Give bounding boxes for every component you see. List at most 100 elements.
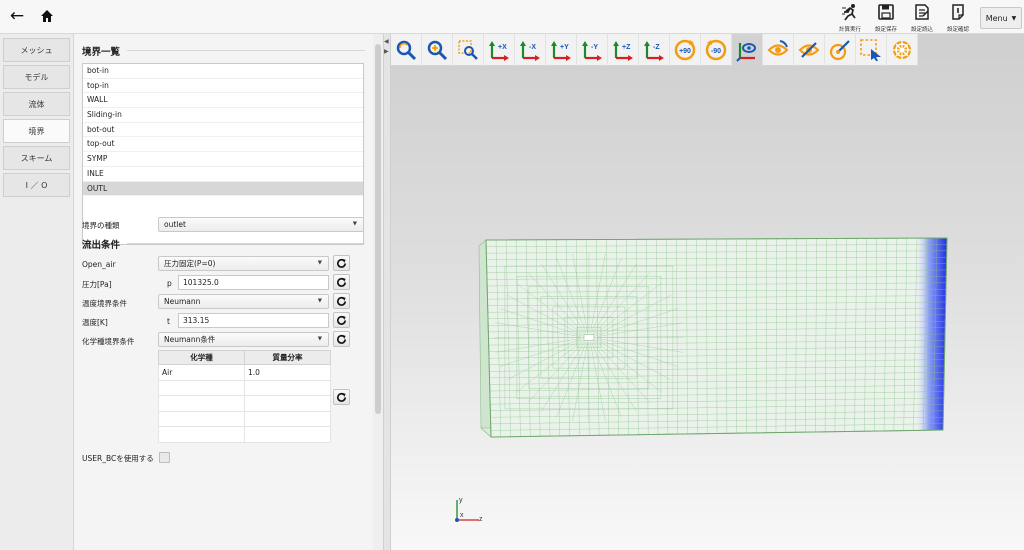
species-bc-select[interactable]: Neumann条件 ▼ [158, 332, 329, 347]
visibility-button[interactable] [763, 34, 794, 66]
pressure-reset-button[interactable] [333, 274, 350, 290]
sidebar-tab-label: メッシュ [20, 45, 53, 55]
run-calculation-button[interactable]: 計算実行 [832, 0, 868, 34]
table-cell[interactable] [244, 395, 331, 412]
view-plus-y-button[interactable]: +Y [546, 34, 577, 66]
collapse-left-icon[interactable]: ◀ [384, 38, 389, 45]
view-minus-y-icon: -Y [582, 41, 602, 61]
refresh-icon [337, 334, 346, 344]
chevron-down-icon: ▼ [317, 336, 322, 342]
open-air-reset-button[interactable] [333, 255, 350, 271]
zoom-in-button[interactable] [422, 34, 453, 66]
table-cell[interactable]: 1.0 [244, 364, 331, 381]
home-button[interactable] [36, 5, 58, 27]
table-row[interactable]: Air 1.0 [158, 364, 331, 381]
open-air-label: Open_air [82, 260, 116, 269]
sidebar-tab-scheme[interactable]: スキーム [3, 146, 70, 170]
table-cell[interactable] [158, 426, 245, 443]
top-toolbar: ← 計算実行 設定保存 設定読込 設定確認 Menu ▼ [0, 0, 1024, 34]
pick-button[interactable] [825, 34, 856, 66]
table-row[interactable] [158, 426, 331, 443]
table-cell[interactable] [158, 410, 245, 428]
view-minus-x-button[interactable]: -X [515, 34, 546, 66]
scrollbar-thumb[interactable] [375, 44, 381, 414]
list-item[interactable]: Sliding-in [83, 108, 363, 123]
panel-scrollbar[interactable] [373, 34, 383, 550]
panel-splitter[interactable]: ◀ ▶ [383, 34, 391, 550]
list-item[interactable]: INLE [83, 167, 363, 182]
table-cell[interactable] [158, 395, 245, 412]
zoom-box-button[interactable] [453, 34, 484, 66]
temperature-bc-select[interactable]: Neumann ▼ [158, 294, 329, 309]
list-item[interactable]: bot-in [83, 64, 363, 79]
sidebar-tab-fluid[interactable]: 流体 [3, 92, 70, 116]
table-row[interactable] [158, 379, 331, 397]
view-plus-x-button[interactable]: +X [484, 34, 515, 66]
load-icon [913, 3, 931, 21]
sidebar-tab-boundary[interactable]: 境界 [3, 119, 70, 143]
save-settings-button[interactable]: 設定保存 [868, 0, 904, 34]
load-settings-label: 設定読込 [910, 27, 933, 33]
list-item[interactable]: WALL [83, 93, 363, 109]
check-icon [949, 3, 967, 21]
list-item[interactable]: bot-out [83, 123, 363, 138]
view-plus-z-button[interactable]: +Z [608, 34, 639, 66]
save-icon [877, 3, 895, 21]
check-settings-button[interactable]: 設定確認 [940, 0, 976, 34]
user-bc-checkbox[interactable] [159, 452, 170, 463]
table-cell[interactable]: Air [158, 364, 245, 381]
show-axis-button[interactable] [732, 34, 763, 66]
table-row[interactable] [158, 395, 331, 412]
select-box-button[interactable] [856, 34, 887, 66]
load-settings-button[interactable]: 設定読込 [904, 0, 940, 34]
boundary-type-select[interactable]: outlet ▼ [158, 217, 364, 232]
menu-button[interactable]: Menu ▼ [980, 7, 1022, 29]
zoom-fit-button[interactable] [391, 34, 422, 66]
species-bc-value: Neumann条件 [164, 335, 216, 344]
table-cell[interactable] [158, 379, 245, 397]
rotate-plus-90-button[interactable]: +90 [670, 34, 701, 66]
sidebar: メッシュ モデル 流体 境界 スキーム I ／ O [0, 34, 74, 550]
view-minus-y-button[interactable]: -Y [577, 34, 608, 66]
species-table-reset-button[interactable] [333, 389, 350, 405]
visibility-toggle-button[interactable] [794, 34, 825, 66]
chevron-down-icon: ▼ [317, 260, 322, 266]
view-plus-z-text: +Z [622, 44, 631, 51]
rotate-plus-90-text: +90 [679, 48, 691, 55]
list-item[interactable]: top-in [83, 79, 363, 94]
list-item[interactable]: SYMP [83, 152, 363, 167]
sidebar-tab-io[interactable]: I ／ O [3, 173, 70, 197]
temperature-input[interactable]: 313.15 [178, 313, 329, 328]
visibility-icon [767, 40, 789, 56]
view-minus-y-text: -Y [591, 44, 598, 51]
save-settings-label: 設定保存 [874, 27, 897, 33]
view-minus-z-button[interactable]: -Z [639, 34, 670, 66]
back-button[interactable]: ← [6, 5, 28, 27]
settings-wheel-button[interactable] [887, 34, 918, 66]
sidebar-tab-mesh[interactable]: メッシュ [3, 38, 70, 62]
zoom-box-icon [458, 40, 478, 60]
mesh-viewer[interactable]: +X -X +Y -Y +Z -Z +90 -90 y z x [391, 34, 1024, 550]
run-icon [841, 3, 859, 21]
table-row[interactable] [158, 410, 331, 428]
expand-right-icon[interactable]: ▶ [384, 48, 389, 55]
table-cell[interactable] [244, 426, 331, 443]
rotate-minus-90-button[interactable]: -90 [701, 34, 732, 66]
temperature-bc-reset-button[interactable] [333, 293, 350, 309]
settings-wheel-icon [893, 41, 911, 59]
select-box-icon [860, 39, 881, 61]
temperature-reset-button[interactable] [333, 312, 350, 328]
sidebar-tab-model[interactable]: モデル [3, 65, 70, 89]
pressure-input[interactable]: 101325.0 [178, 275, 329, 290]
species-bc-reset-button[interactable] [333, 331, 350, 347]
sidebar-tab-label: スキーム [20, 153, 53, 163]
mesh-canvas[interactable] [391, 66, 1024, 550]
table-cell[interactable] [244, 410, 331, 428]
open-air-select[interactable]: 圧力固定(P=0) ▼ [158, 256, 329, 271]
view-minus-x-icon: -X [520, 41, 540, 61]
list-item[interactable]: top-out [83, 137, 363, 153]
table-cell[interactable] [244, 379, 331, 397]
species-table[interactable]: 化学種 質量分率 Air 1.0 [158, 350, 331, 443]
orientation-axes: y z x [455, 497, 483, 523]
list-item-selected[interactable]: OUTL [83, 181, 363, 197]
